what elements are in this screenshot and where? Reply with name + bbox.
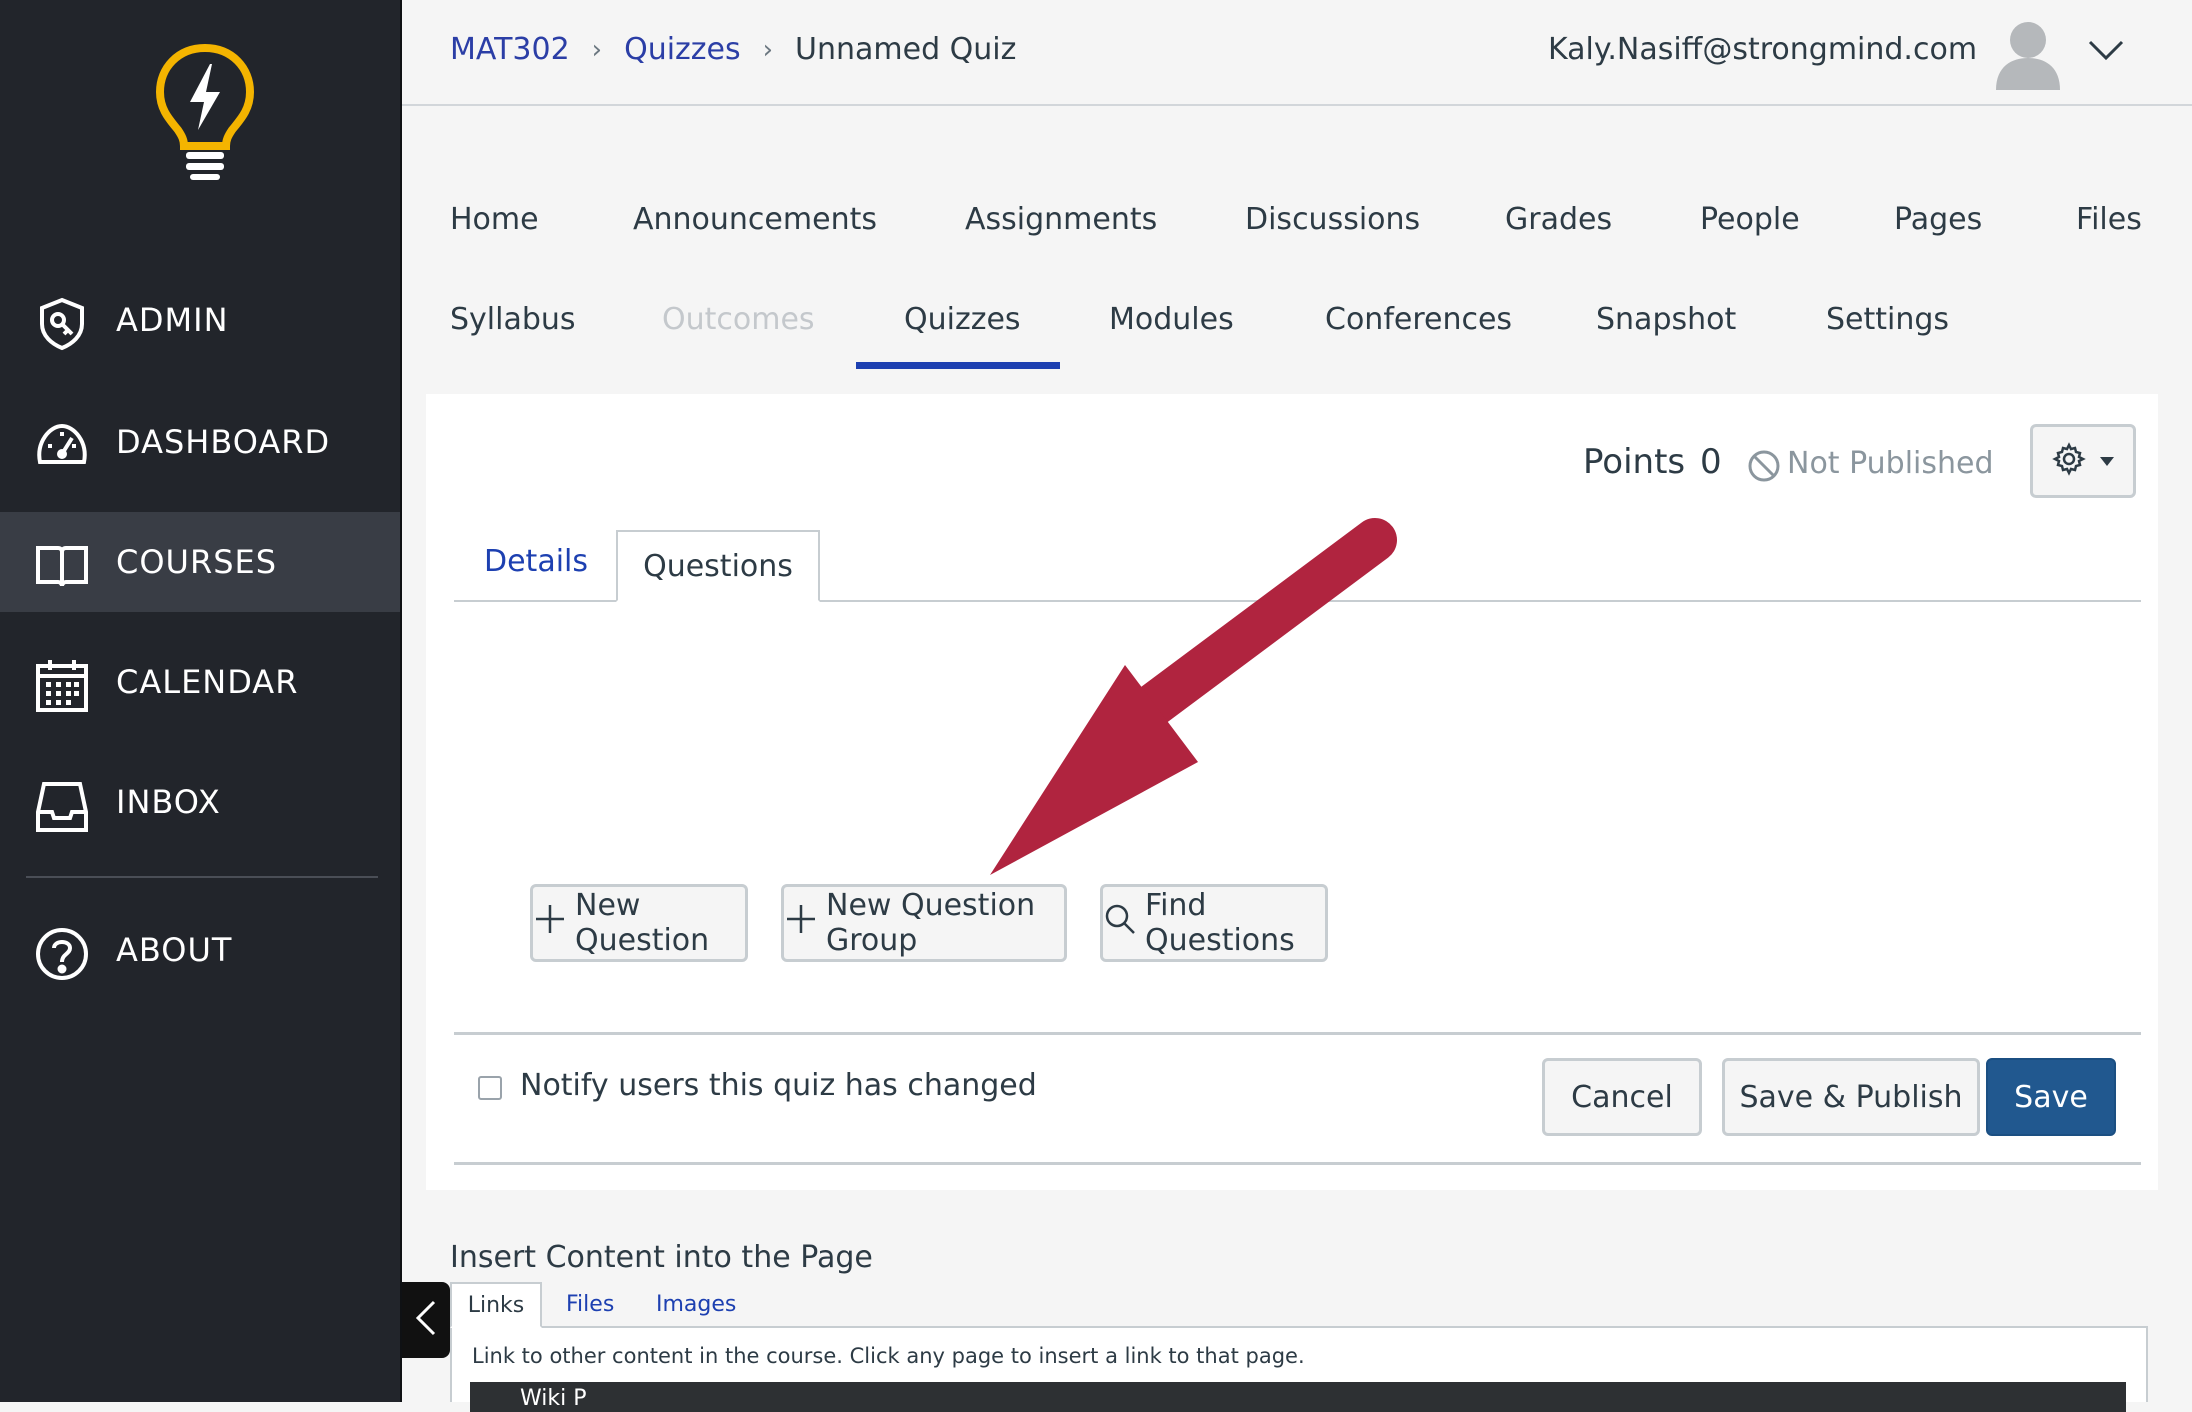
tab-syllabus[interactable]: Syllabus [450,302,576,337]
plus-icon [784,902,818,944]
question-circle-icon [34,926,90,982]
tab-modules[interactable]: Modules [1109,302,1234,337]
find-questions-button[interactable]: Find Questions [1100,884,1328,962]
chevron-right-icon: › [762,34,774,65]
breadcrumb-quizzes-link[interactable]: Quizzes [624,32,741,67]
cancel-button[interactable]: Cancel [1542,1058,1702,1136]
insert-content-panel: Link to other content in the course. Cli… [450,1328,2148,1412]
search-icon [1103,902,1137,944]
tab-conferences[interactable]: Conferences [1325,302,1512,337]
tab-discussions[interactable]: Discussions [1245,202,1420,237]
unpublished-icon [1747,449,1781,483]
insert-tab-files[interactable]: Files [566,1292,614,1317]
nav-label-dashboard: DASHBOARD [116,423,331,461]
insert-tab-links[interactable]: Links [450,1282,542,1328]
save-and-publish-button[interactable]: Save & Publish [1722,1058,1980,1136]
nav-item-calendar[interactable]: CALENDAR [0,632,400,732]
speedometer-icon [34,418,90,474]
breadcrumb-current: Unnamed Quiz [795,32,1017,67]
divider [454,1032,2141,1035]
tab-quizzes[interactable]: Quizzes [904,302,1021,337]
new-question-group-label: New Question Group [826,888,1036,958]
points-label: Points [1583,442,1686,482]
collapse-nav-button[interactable] [402,1282,450,1358]
breadcrumb-course-link[interactable]: MAT302 [450,32,570,67]
tab-snapshot[interactable]: Snapshot [1596,302,1736,337]
tab-questions[interactable]: Questions [616,530,820,602]
tab-grades[interactable]: Grades [1505,202,1612,237]
quiz-settings-button[interactable] [2030,424,2136,498]
caret-down-icon [2100,452,2114,471]
avatar[interactable] [1994,18,2062,90]
insert-tab-images[interactable]: Images [656,1292,736,1317]
tab-pages[interactable]: Pages [1894,202,1982,237]
nav-label-calendar: CALENDAR [116,663,299,701]
nav-divider [26,876,378,878]
nav-item-admin[interactable]: ADMIN [0,270,400,370]
tab-announcements[interactable]: Announcements [633,202,877,237]
nav-item-dashboard[interactable]: DASHBOARD [0,392,400,492]
chevron-right-icon: › [591,34,603,65]
divider [454,1162,2141,1165]
nav-item-courses[interactable]: COURSES [0,512,400,612]
breadcrumb: MAT302 › Quizzes › Unnamed Quiz [450,32,1016,67]
nav-label-courses: COURSES [116,543,278,581]
lightbulb-logo[interactable] [150,42,260,182]
shield-key-icon [34,296,90,352]
inbox-icon [34,778,90,834]
tab-files[interactable]: Files [2076,202,2142,237]
notify-users-label[interactable]: Notify users this quiz has changed [520,1068,1037,1103]
nav-item-about[interactable]: ABOUT [0,900,400,1000]
find-questions-label: Find Questions [1145,888,1295,958]
new-question-label: New Question [575,888,710,958]
chevron-left-icon [414,1298,438,1342]
tab-assignments[interactable]: Assignments [965,202,1157,237]
calendar-icon [34,658,90,714]
page-header: MAT302 › Quizzes › Unnamed Quiz Kaly.Nas… [402,0,2192,106]
insert-content-description: Link to other content in the course. Cli… [472,1344,1305,1368]
plus-icon [533,902,567,944]
tab-settings[interactable]: Settings [1826,302,1949,337]
new-question-group-button[interactable]: New Question Group [781,884,1067,962]
nav-item-inbox[interactable]: INBOX [0,752,400,852]
wiki-pages-section[interactable]: Wiki P [470,1382,2126,1412]
quiz-editor-panel: Points 0 Not Published Details Questions… [426,394,2158,1190]
save-button[interactable]: Save [1986,1058,2116,1136]
tab-outcomes: Outcomes [662,302,815,337]
points-value: 0 [1700,442,1722,482]
chevron-down-icon[interactable] [2086,30,2126,70]
book-icon [34,538,90,594]
gear-icon [2052,442,2086,480]
global-navigation: ADMIN DASHBOARD COURSES CALENDAR INBOX A… [0,0,402,1402]
publish-status: Not Published [1787,446,1994,481]
insert-content-title: Insert Content into the Page [450,1240,873,1275]
tab-people[interactable]: People [1700,202,1800,237]
new-question-button[interactable]: New Question [530,884,748,962]
user-email[interactable]: Kaly.Nasiff@strongmind.com [1548,32,1977,67]
nav-label-admin: ADMIN [116,301,229,339]
active-tab-indicator [856,362,1060,369]
nav-label-inbox: INBOX [116,783,221,821]
nav-label-about: ABOUT [116,931,233,969]
tab-home[interactable]: Home [450,202,539,237]
tab-details[interactable]: Details [484,544,588,579]
notify-users-checkbox[interactable] [478,1076,502,1100]
